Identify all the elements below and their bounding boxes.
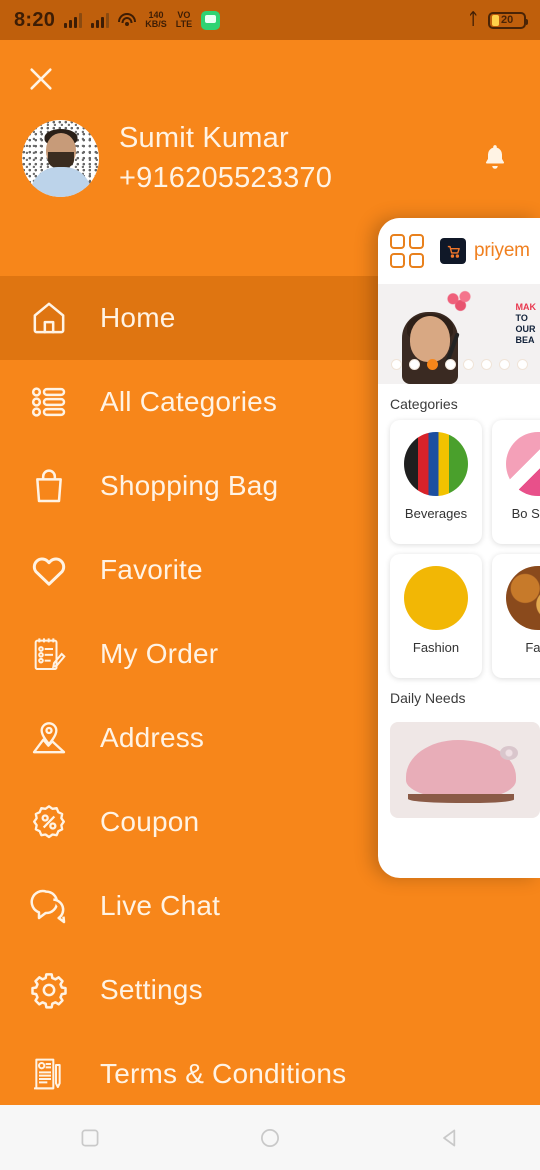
status-time: 8:20 bbox=[14, 8, 56, 31]
bag-icon bbox=[20, 466, 78, 506]
coupon-icon bbox=[20, 802, 78, 842]
sidebar-item-label: Settings bbox=[100, 974, 203, 1005]
flowers-decoration bbox=[444, 290, 474, 312]
shoe-gem-decoration bbox=[500, 746, 518, 760]
back-button[interactable] bbox=[360, 1125, 540, 1151]
app-header: priyem bbox=[378, 218, 540, 284]
data-speed-icon: 140 KB/S bbox=[145, 10, 167, 29]
app-preview-panel[interactable]: priyem MAK TO OUR BEA Categories Beverag… bbox=[378, 218, 540, 878]
category-card[interactable]: Fashion bbox=[390, 554, 482, 678]
carousel-dot[interactable] bbox=[498, 359, 510, 370]
banner-headline-l2: OUR bbox=[515, 324, 536, 334]
sidebar-item-label: Coupon bbox=[100, 806, 200, 837]
signal-bars-icon-2 bbox=[91, 12, 110, 28]
bluetooth-icon: ᛏ bbox=[468, 11, 478, 28]
order-icon bbox=[20, 634, 78, 674]
avatar bbox=[22, 119, 99, 197]
category-label: Fast bbox=[525, 640, 540, 655]
wifi-icon bbox=[118, 13, 137, 27]
banner-model-face bbox=[410, 316, 450, 362]
gear-icon bbox=[20, 970, 78, 1010]
signal-bars-icon bbox=[64, 12, 83, 28]
chat-icon bbox=[20, 886, 78, 926]
daily-needs-title: Daily Needs bbox=[390, 690, 466, 706]
sidebar-item-label: Shopping Bag bbox=[100, 470, 279, 501]
android-navigation-bar bbox=[0, 1105, 540, 1170]
sidebar-item-label: Favorite bbox=[100, 554, 203, 585]
location-icon bbox=[20, 718, 78, 758]
daily-needs-product-card[interactable] bbox=[390, 722, 540, 818]
sidebar-item-label: Terms & Conditions bbox=[100, 1058, 347, 1089]
sidebar-item-label: My Order bbox=[100, 638, 219, 669]
sidebar-item-label: All Categories bbox=[100, 386, 278, 417]
carousel-dots[interactable] bbox=[378, 359, 540, 370]
sidebar-item-settings[interactable]: Settings bbox=[0, 948, 540, 1032]
shoe-product-image bbox=[406, 740, 516, 803]
books-stationery-image bbox=[506, 432, 540, 496]
heart-icon bbox=[20, 550, 78, 590]
category-card[interactable]: Fast bbox=[492, 554, 540, 678]
category-card[interactable]: Bo Statio bbox=[492, 420, 540, 544]
sidebar-item-terms-conditions[interactable]: Terms & Conditions bbox=[0, 1032, 540, 1116]
close-drawer-button[interactable] bbox=[22, 60, 60, 98]
volte-icon: VO LTE bbox=[175, 10, 193, 29]
list-icon bbox=[20, 382, 78, 422]
banner-headline-l1: TO bbox=[515, 313, 528, 323]
document-icon bbox=[20, 1054, 78, 1094]
sidebar-item-label: Home bbox=[100, 302, 176, 333]
banner-headline-l3: BEA bbox=[515, 335, 535, 345]
message-icon bbox=[201, 10, 221, 30]
carousel-dot[interactable] bbox=[462, 359, 474, 370]
cart-logo-icon bbox=[440, 238, 466, 264]
category-label: Bo Statio bbox=[511, 506, 540, 521]
home-icon bbox=[20, 298, 78, 338]
profile-section[interactable]: Sumit Kumar +916205523370 bbox=[22, 118, 540, 198]
fashion-image bbox=[404, 566, 468, 630]
brand-name: priyem bbox=[474, 240, 530, 261]
beverages-image bbox=[404, 432, 468, 496]
categories-row-1: Beverages Bo Statio bbox=[378, 420, 540, 544]
profile-name: Sumit Kumar bbox=[119, 122, 289, 154]
profile-info: Sumit Kumar +916205523370 bbox=[119, 118, 332, 198]
category-card[interactable]: Beverages bbox=[390, 420, 482, 544]
battery-icon: 20 bbox=[488, 11, 528, 29]
home-button[interactable] bbox=[180, 1125, 360, 1151]
bell-icon bbox=[485, 145, 505, 169]
status-bar-left: 8:20 140 KB/S VO LTE bbox=[14, 8, 221, 32]
recents-button[interactable] bbox=[0, 1125, 180, 1151]
carousel-dot[interactable] bbox=[444, 359, 456, 370]
profile-phone: +916205523370 bbox=[119, 162, 333, 194]
promo-banner-carousel[interactable]: MAK TO OUR BEA bbox=[378, 284, 540, 384]
carousel-dot[interactable] bbox=[408, 359, 420, 370]
category-label: Beverages bbox=[404, 506, 468, 521]
recents-icon bbox=[81, 1129, 99, 1146]
sidebar-item-label: Address bbox=[100, 722, 205, 753]
categories-row-2: Fashion Fast bbox=[378, 554, 540, 678]
grid-icon[interactable] bbox=[390, 234, 424, 268]
close-icon bbox=[30, 68, 52, 90]
carousel-dot-active[interactable] bbox=[426, 359, 438, 370]
status-bar-right: ᛏ 20 bbox=[468, 11, 528, 29]
carousel-dot[interactable] bbox=[390, 359, 402, 370]
categories-title: Categories bbox=[390, 396, 458, 412]
battery-percent: 20 bbox=[501, 14, 514, 26]
status-bar: 8:20 140 KB/S VO LTE ᛏ 20 bbox=[0, 0, 540, 40]
notifications-button[interactable] bbox=[470, 132, 520, 182]
home-circle-icon bbox=[261, 1128, 279, 1147]
sidebar-item-label: Live Chat bbox=[100, 890, 221, 921]
fast-food-image bbox=[506, 566, 540, 630]
carousel-dot[interactable] bbox=[516, 359, 528, 370]
carousel-dot[interactable] bbox=[480, 359, 492, 370]
banner-headline-accent: MAK bbox=[515, 302, 537, 312]
banner-headline: MAK TO OUR BEA bbox=[516, 302, 537, 346]
category-label: Fashion bbox=[412, 640, 460, 655]
back-icon bbox=[443, 1129, 456, 1146]
